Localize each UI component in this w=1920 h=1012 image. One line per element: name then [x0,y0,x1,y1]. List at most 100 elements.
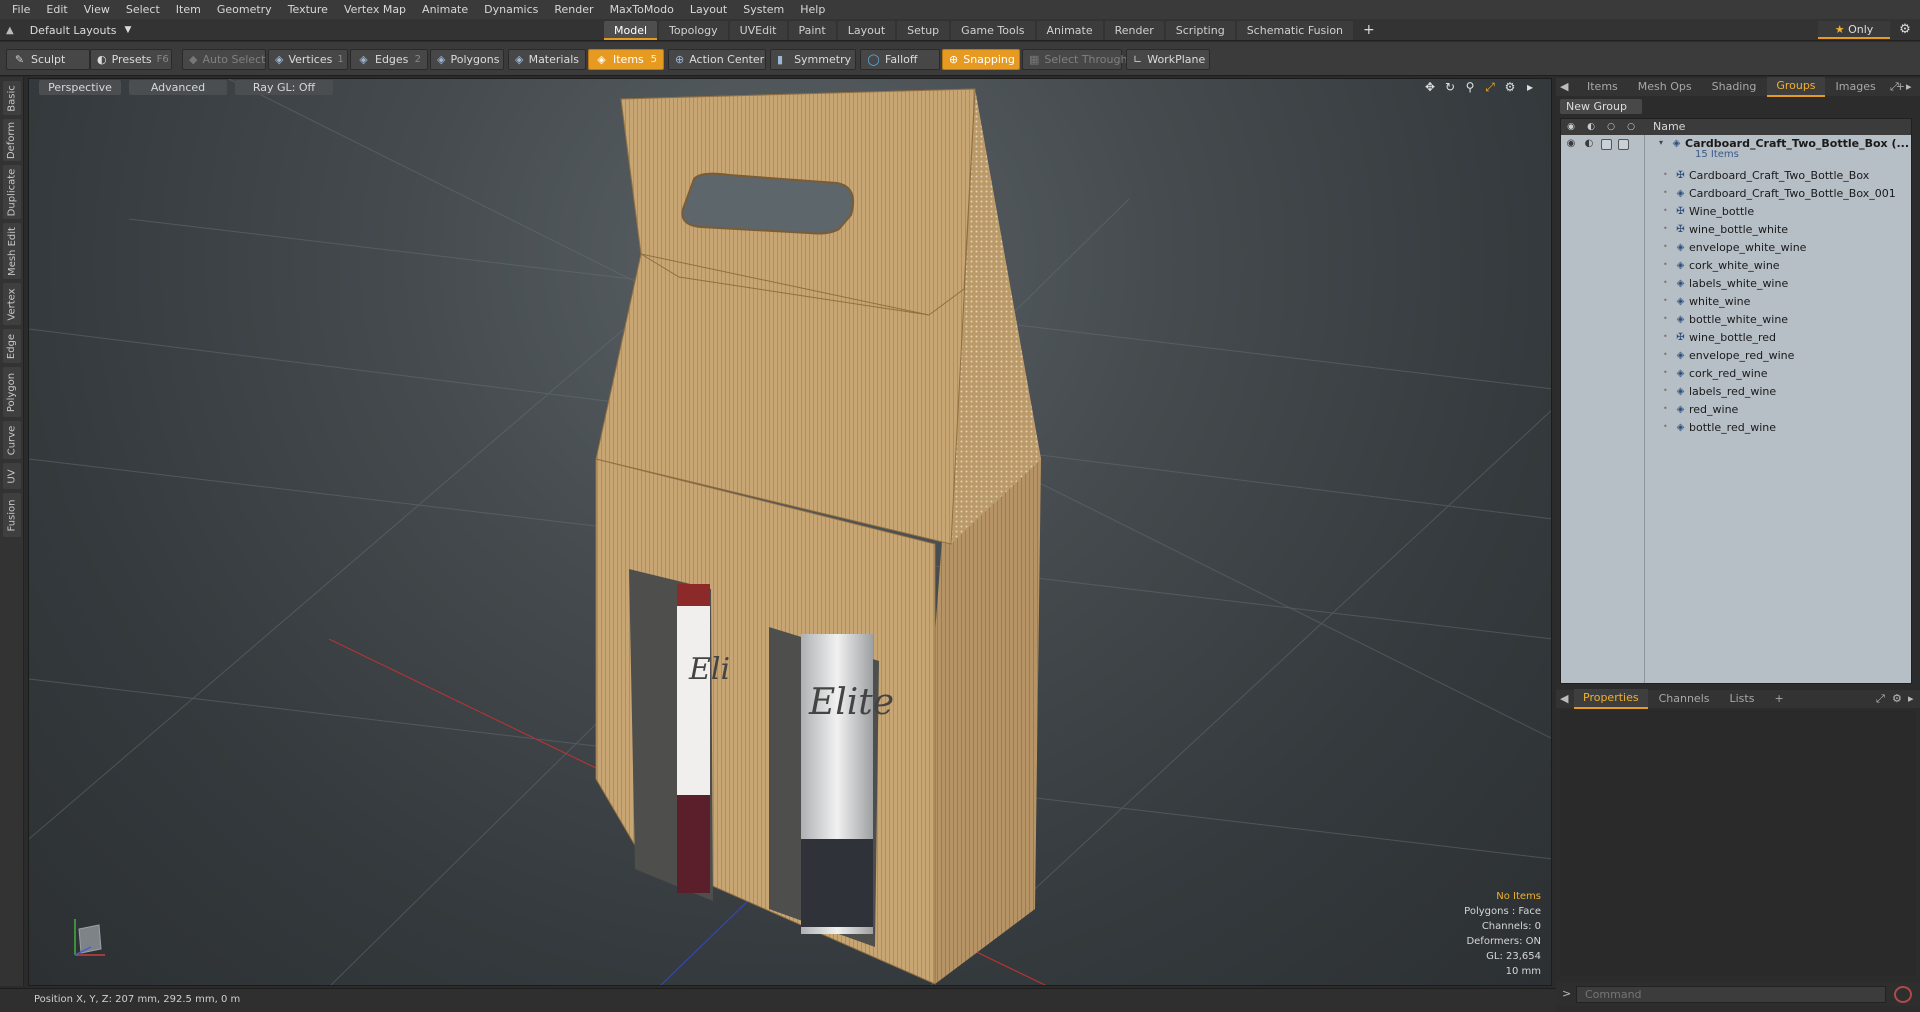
tab-topology[interactable]: Topology [659,21,728,40]
tree-row[interactable]: • ◈ cork_white_wine [1561,257,1911,275]
tree-row[interactable]: • ◈ red_wine [1561,401,1911,419]
panel-expand-icon[interactable]: ⤢ [1890,80,1899,94]
add-properties-tab-icon[interactable]: + [1765,690,1792,708]
tab-groups[interactable]: Groups [1767,77,1825,97]
3d-viewport[interactable]: Elite Eli Perspective Advanced Ray GL: O… [28,78,1552,986]
tab-mesh-edit[interactable]: Mesh Edit [3,223,21,279]
groups-tree[interactable]: ◉ ◐ ○ ○ Name ◉ ◐ ▾ ◈ Cardboard_Craft_Two… [1560,118,1912,684]
tree-row[interactable]: • ✠ Wine_bottle [1561,203,1911,221]
render-icon[interactable]: ◐ [1583,138,1595,150]
tab-images[interactable]: Images [1827,78,1885,96]
menu-maxtomodo[interactable]: MaxToModo [602,0,682,19]
properties-expand-icon[interactable]: ⤢ [1876,692,1885,706]
tree-row[interactable]: • ✠ wine_bottle_red [1561,329,1911,347]
tree-row[interactable]: • ✠ Cardboard_Craft_Two_Bottle_Box [1561,167,1911,185]
properties-gear-icon[interactable]: ⚙ [1892,692,1902,705]
add-tab-icon[interactable]: + [1355,21,1383,40]
menu-view[interactable]: View [76,0,118,19]
menu-edit[interactable]: Edit [38,0,75,19]
viewport-gear-icon[interactable]: ⚙ [1503,80,1517,95]
menu-file[interactable]: File [4,0,38,19]
raygl-toggle[interactable]: Ray GL: Off [235,80,333,95]
tab-uvedit[interactable]: UVEdit [729,21,787,40]
move-view-icon[interactable]: ✥ [1423,80,1437,95]
layout-collapse-icon[interactable]: ▲ [6,25,14,36]
tab-paint[interactable]: Paint [788,21,836,40]
zoom-view-icon[interactable]: ⚲ [1463,80,1477,95]
panel-collapse-icon[interactable]: ◀ [1560,80,1568,93]
visibility-column-icon[interactable]: ◉ [1565,121,1577,133]
properties-collapse-icon[interactable]: ◀ [1560,692,1568,705]
tree-row[interactable]: • ◈ white_wine [1561,293,1911,311]
tree-row[interactable]: • ◈ labels_white_wine [1561,275,1911,293]
tab-setup[interactable]: Setup [897,21,950,40]
gear-icon[interactable]: ⚙ [1894,21,1916,39]
tab-animate[interactable]: Animate [1036,21,1103,40]
collapse-arrow-icon[interactable]: ▾ [1659,138,1663,147]
menu-dynamics[interactable]: Dynamics [476,0,546,19]
panel-menu-icon[interactable]: ▸ [1906,80,1912,93]
menu-layout[interactable]: Layout [682,0,735,19]
render-column-icon[interactable]: ◐ [1585,121,1597,133]
tab-layout[interactable]: Layout [837,21,896,40]
tree-row[interactable]: • ◈ Cardboard_Craft_Two_Bottle_Box_001 [1561,185,1911,203]
action-center-button[interactable]: ⊕ Action Center [668,49,766,70]
workplane-button[interactable]: ∟ WorkPlane [1126,49,1210,70]
command-input[interactable] [1576,986,1886,1003]
tab-schematic-fusion[interactable]: Schematic Fusion [1236,21,1354,40]
eye-icon[interactable]: ◉ [1565,138,1577,150]
menu-animate[interactable]: Animate [414,0,476,19]
tab-curve[interactable]: Curve [3,421,21,459]
tab-channels[interactable]: Channels [1650,690,1719,708]
menu-help[interactable]: Help [792,0,833,19]
menu-render[interactable]: Render [546,0,601,19]
only-button[interactable]: ★ Only [1818,21,1890,39]
symmetry-button[interactable]: ▮ Symmetry [770,49,856,70]
tab-duplicate[interactable]: Duplicate [3,165,21,219]
viewport-expand-icon[interactable]: ▸ [1523,80,1537,95]
tab-lists[interactable]: Lists [1721,690,1764,708]
name-column-header[interactable]: Name [1653,120,1685,133]
edges-button[interactable]: ◈ Edges 2 [350,49,428,70]
tree-row[interactable]: • ◈ bottle_red_wine [1561,419,1911,437]
menu-geometry[interactable]: Geometry [209,0,280,19]
new-group-button[interactable]: New Group [1560,99,1642,114]
rotate-view-icon[interactable]: ↻ [1443,80,1457,95]
tab-game-tools[interactable]: Game Tools [951,21,1035,40]
tab-polygon[interactable]: Polygon [3,367,21,417]
lock-column-icon[interactable]: ○ [1605,121,1617,133]
snapping-button[interactable]: ⊕ Snapping [942,49,1020,70]
materials-button[interactable]: ◈ Materials [508,49,586,70]
fit-view-icon[interactable]: ⤢ [1483,80,1497,95]
tree-row[interactable]: • ◈ labels_red_wine [1561,383,1911,401]
menu-system[interactable]: System [735,0,792,19]
menu-texture[interactable]: Texture [280,0,336,19]
menu-item[interactable]: Item [168,0,209,19]
tab-items[interactable]: Items [1578,78,1627,96]
tab-uv[interactable]: UV [3,463,21,489]
vertices-button[interactable]: ◈ Vertices 1 [268,49,348,70]
select-column-icon[interactable]: ○ [1625,121,1637,133]
tree-row[interactable]: • ✠ wine_bottle_white [1561,221,1911,239]
tree-row[interactable]: • ◈ cork_red_wine [1561,365,1911,383]
layout-selector[interactable]: ▲ Default Layouts ▼ [6,21,131,39]
tab-render[interactable]: Render [1104,21,1164,40]
tab-edge[interactable]: Edge [3,329,21,363]
tab-fusion[interactable]: Fusion [3,493,21,537]
tree-row[interactable]: • ◈ envelope_white_wine [1561,239,1911,257]
properties-menu-icon[interactable]: ▸ [1908,692,1914,705]
select-through-button[interactable]: ▦ Select Through [1022,49,1127,70]
tree-row[interactable]: • ◈ bottle_white_wine [1561,311,1911,329]
menu-select[interactable]: Select [118,0,168,19]
tree-row-root[interactable]: ◉ ◐ ▾ ◈ Cardboard_Craft_Two_Bottle_Box (… [1561,135,1911,167]
select-checkbox[interactable] [1618,138,1629,150]
record-icon[interactable] [1894,986,1912,1003]
items-button[interactable]: ◈ Items 5 [588,49,664,70]
tab-mesh-ops[interactable]: Mesh Ops [1629,78,1701,96]
polygons-button[interactable]: ◈ Polygons [430,49,504,70]
tab-vertex[interactable]: Vertex [3,283,21,325]
menu-vertex-map[interactable]: Vertex Map [336,0,414,19]
sculpt-button[interactable]: ✎ Sculpt [6,49,90,70]
shading-dropdown[interactable]: Advanced [129,80,227,95]
view-perspective-dropdown[interactable]: Perspective [39,80,121,95]
